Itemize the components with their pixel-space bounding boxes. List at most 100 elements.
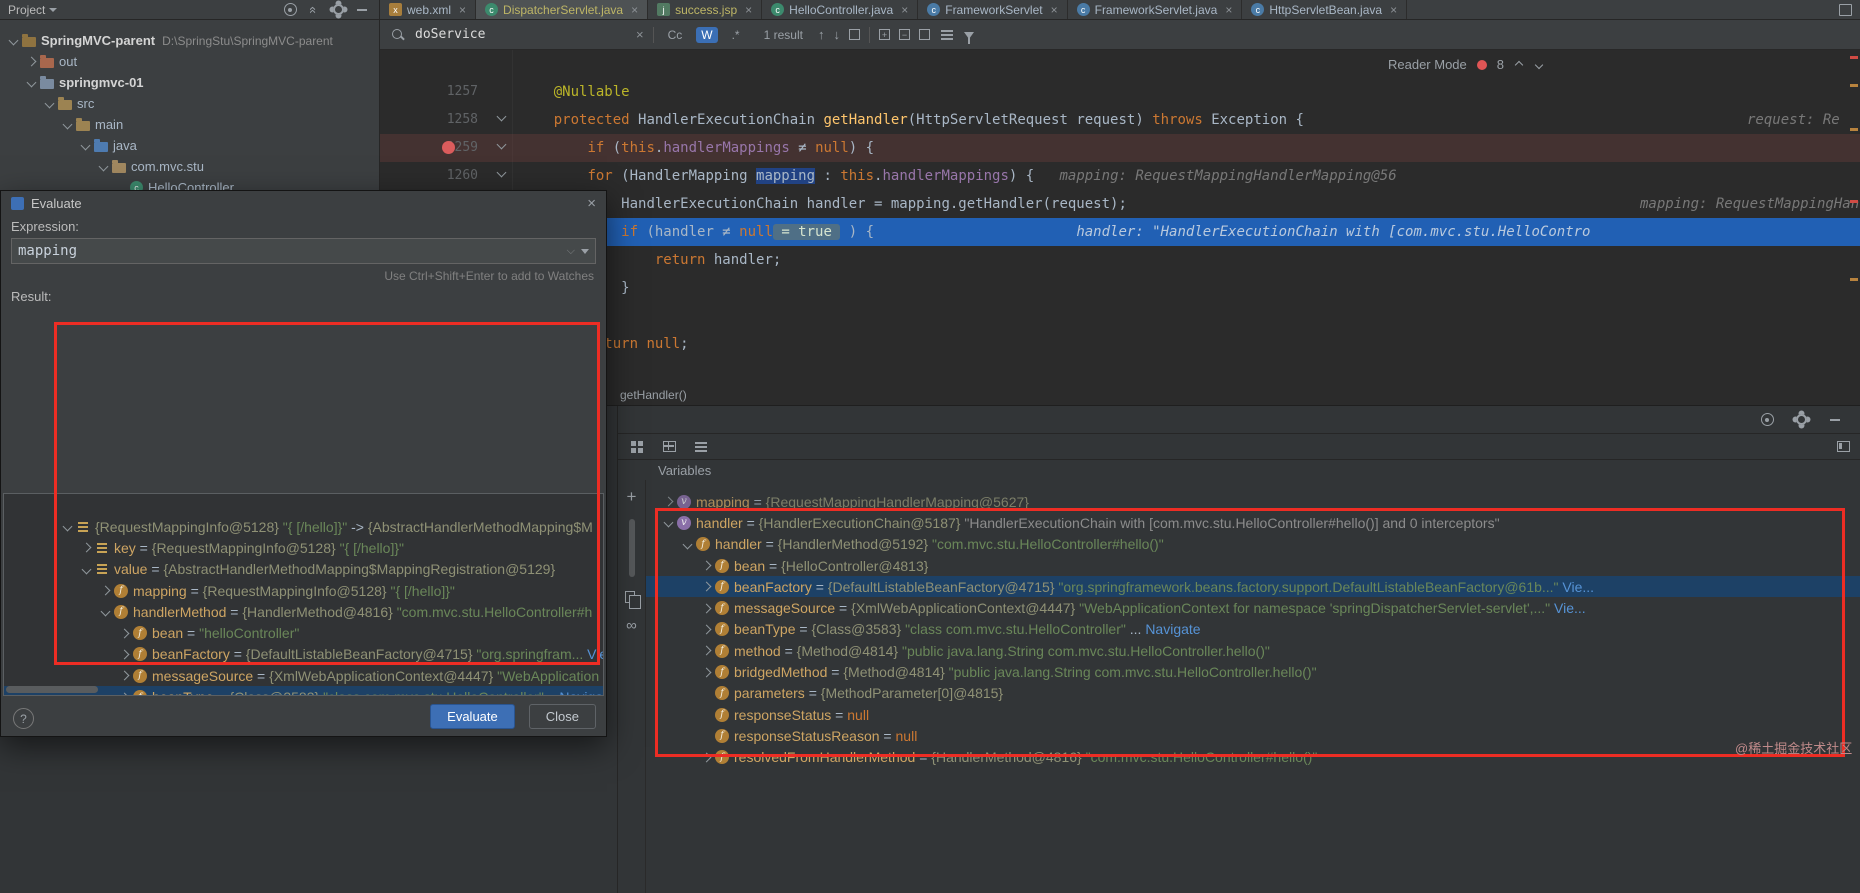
chevron-down-icon[interactable]: [60, 118, 74, 132]
chevron-down-icon[interactable]: [42, 97, 56, 111]
filter-icon[interactable]: [963, 32, 974, 44]
error-count[interactable]: 8: [1497, 57, 1504, 72]
previous-error-icon[interactable]: [1514, 60, 1524, 70]
match-case-toggle[interactable]: Cc: [663, 27, 688, 43]
chevron-down-icon[interactable]: [79, 562, 93, 576]
tab-close-icon[interactable]: ×: [631, 3, 638, 17]
chevron-right-icon[interactable]: [117, 669, 131, 683]
chevron-right-icon[interactable]: [699, 750, 713, 764]
chevron-right-icon[interactable]: [699, 644, 713, 658]
chevron-right-icon[interactable]: [699, 580, 713, 594]
chevron-down-icon[interactable]: [98, 605, 112, 619]
tab-success.jsp[interactable]: j success.jsp ×: [648, 0, 763, 19]
chevron-right-icon[interactable]: [24, 55, 38, 69]
remove-occurrence-icon[interactable]: −: [898, 29, 910, 40]
value-link[interactable]: Navigat: [559, 689, 603, 695]
value-link[interactable]: Vie: [583, 646, 603, 662]
project-tree-item-out[interactable]: out: [0, 51, 379, 72]
select-all-occurrences-icon[interactable]: [848, 29, 860, 40]
variables-tree-row[interactable]: v mapping = {RequestMappingHandlerMapping…: [646, 491, 1860, 512]
copy-icon[interactable]: [625, 591, 641, 609]
fold-icon[interactable]: [494, 137, 508, 151]
variables-tree-row[interactable]: f messageSource = {XmlWebApplicationConte…: [646, 597, 1860, 618]
breakpoint-icon[interactable]: [442, 141, 455, 154]
chevron-right-icon[interactable]: [699, 622, 713, 636]
project-tree-item-main[interactable]: main: [0, 114, 379, 135]
result-tree-row[interactable]: f bean = "helloController": [4, 622, 603, 643]
variables-tree-row[interactable]: f method = {Method@4814} "public java.lan…: [646, 640, 1860, 661]
chevron-down-icon[interactable]: [78, 139, 92, 153]
tab-FrameworkServlet[interactable]: c FrameworkServlet ×: [918, 0, 1068, 19]
tab-FrameworkServlet.java[interactable]: c FrameworkServlet.java ×: [1068, 0, 1243, 19]
expression-input[interactable]: [18, 243, 567, 259]
add-watch-icon[interactable]: +: [627, 488, 637, 505]
chevron-down-icon[interactable]: [96, 160, 110, 174]
tab-DispatcherServlet.java[interactable]: c DispatcherServlet.java ×: [476, 0, 649, 19]
settings-gear-icon[interactable]: [1792, 411, 1810, 429]
code-line[interactable]: 1260 for (HandlerMapping mapping : this.…: [380, 162, 1860, 190]
restore-layout-icon[interactable]: [1836, 441, 1850, 452]
close-icon[interactable]: ×: [587, 195, 596, 212]
fold-icon[interactable]: [494, 165, 508, 179]
variables-tree-row[interactable]: f responseStatusReason = null: [646, 725, 1860, 746]
chevron-right-icon[interactable]: [661, 495, 675, 509]
result-tree-row[interactable]: value = {AbstractHandlerMethodMapping$Ma…: [4, 559, 603, 580]
result-tree-row[interactable]: f beanFactory = {DefaultListableBeanFacto…: [4, 644, 603, 665]
variables-tree-row[interactable]: f bridgedMethod = {Method@4814} "public j…: [646, 661, 1860, 682]
reader-mode-label[interactable]: Reader Mode: [1388, 57, 1467, 72]
tab-close-icon[interactable]: ×: [1051, 3, 1058, 17]
value-link[interactable]: Navigate: [1145, 621, 1200, 637]
help-button[interactable]: ?: [13, 708, 34, 729]
code-line[interactable]: 1258 protected HandlerExecutionChain get…: [380, 106, 1860, 134]
add-occurrence-icon[interactable]: +: [878, 29, 890, 40]
chevron-down-icon[interactable]: [24, 76, 38, 90]
result-tree-row[interactable]: {RequestMappingInfo@5128} "{ [/hello]}" …: [4, 516, 603, 537]
variables-tree-row[interactable]: f responseStatus = null: [646, 704, 1860, 725]
scrollbar-thumb[interactable]: [628, 519, 635, 577]
horizontal-scrollbar-thumb[interactable]: [6, 686, 98, 693]
chevron-right-icon[interactable]: [699, 601, 713, 615]
chevron-right-icon[interactable]: [117, 626, 131, 640]
chevron-right-icon[interactable]: [117, 690, 131, 695]
expand-icon[interactable]: ⌵: [567, 245, 575, 258]
chevron-right-icon[interactable]: [117, 647, 131, 661]
tab-close-icon[interactable]: ×: [1225, 3, 1232, 17]
chevron-right-icon[interactable]: [98, 584, 112, 598]
tab-web.xml[interactable]: x web.xml ×: [380, 0, 477, 19]
result-tree-row[interactable]: f handlerMethod = {HandlerMethod@4816} "c…: [4, 601, 603, 622]
evaluate-button[interactable]: Evaluate: [430, 704, 515, 729]
project-tree-item-src[interactable]: src: [0, 93, 379, 114]
search-lines-icon[interactable]: [940, 33, 953, 36]
variables-tree-row[interactable]: f handler = {HandlerMethod@5192} "com.mvc…: [646, 534, 1860, 555]
next-occurrence-icon[interactable]: ↓: [833, 27, 840, 42]
search-input[interactable]: doService: [415, 27, 627, 42]
tab-close-icon[interactable]: ×: [745, 3, 752, 17]
project-tree-item-SpringMVC-parent[interactable]: SpringMVC-parent D:\SpringStu\SpringMVC-p…: [0, 30, 379, 51]
words-toggle[interactable]: W: [696, 26, 718, 43]
variables-tree-row[interactable]: f resolvedFromHandlerMethod = {HandlerMet…: [646, 747, 1860, 768]
next-error-icon[interactable]: [1534, 60, 1544, 70]
project-tree-item-com.mvc.stu[interactable]: com.mvc.stu: [0, 156, 379, 177]
infinity-icon[interactable]: ∞: [626, 617, 637, 634]
search-options-icon[interactable]: [918, 29, 930, 40]
chevron-right-icon[interactable]: [699, 559, 713, 573]
result-tree-row[interactable]: key = {RequestMappingInfo@5128} "{ [/hel…: [4, 537, 603, 558]
tab-HelloController.java[interactable]: c HelloController.java ×: [762, 0, 919, 19]
collapse-all-icon[interactable]: «: [305, 1, 323, 19]
result-tree-row[interactable]: f mapping = {RequestMappingInfo@5128} "{ …: [4, 580, 603, 601]
project-tree-item-java[interactable]: java: [0, 135, 379, 156]
history-dropdown-icon[interactable]: [581, 248, 589, 254]
chevron-down-icon[interactable]: [661, 516, 675, 530]
chevron-down-icon[interactable]: [680, 537, 694, 551]
settings-gear-icon[interactable]: [329, 1, 347, 19]
code-line[interactable]: 1257 @Nullable: [380, 78, 1860, 106]
breadcrumb-method[interactable]: getHandler(): [620, 388, 687, 402]
variables-tree-row[interactable]: f beanType = {Class@3583} "class com.mvc.…: [646, 619, 1860, 640]
result-tree-row[interactable]: f messageSource = {XmlWebApplicationConte…: [4, 665, 603, 686]
variables-tree-row[interactable]: f parameters = {MethodParameter[0]@4815}: [646, 683, 1860, 704]
variables-tree-row[interactable]: f bean = {HelloController@4813}: [646, 555, 1860, 576]
variables-tree-row[interactable]: f beanFactory = {DefaultListableBeanFacto…: [646, 576, 1860, 598]
previous-occurrence-icon[interactable]: ↑: [818, 27, 825, 42]
regex-toggle[interactable]: .*: [727, 27, 745, 43]
project-dropdown[interactable]: Project: [8, 3, 58, 17]
